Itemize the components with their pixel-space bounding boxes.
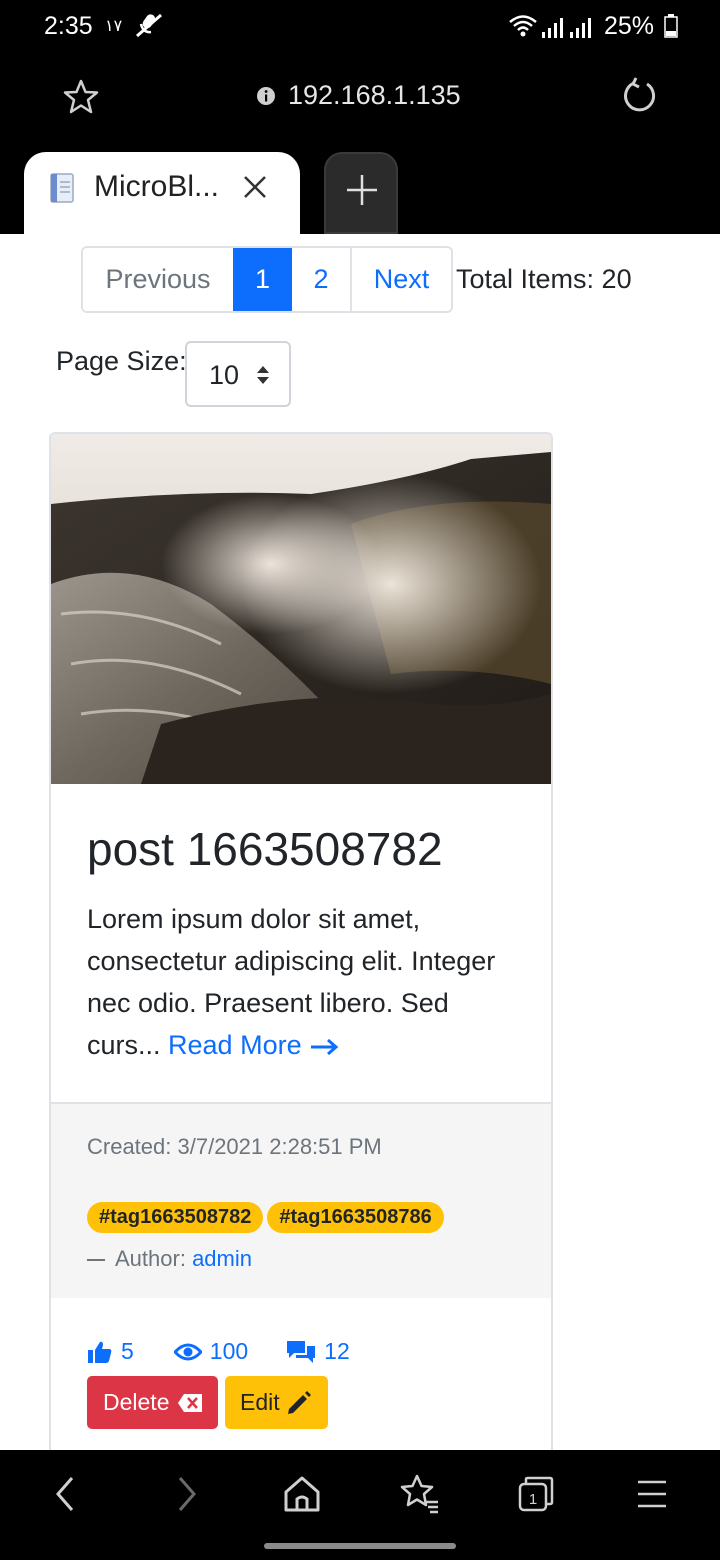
tag-badge[interactable]: #tag1663508782 (87, 1202, 264, 1233)
bookmarks-icon[interactable] (398, 1472, 442, 1516)
pagination-page-2[interactable]: 2 (292, 248, 350, 311)
back-icon[interactable] (44, 1472, 88, 1516)
menu-icon[interactable] (630, 1472, 674, 1516)
page-size-select[interactable]: 10 (185, 341, 291, 407)
url-field[interactable]: 192.168.1.135 (288, 80, 461, 111)
read-more-link[interactable]: Read More (168, 1030, 339, 1060)
home-icon[interactable] (280, 1472, 324, 1516)
tag-badge[interactable]: #tag1663508786 (267, 1202, 444, 1233)
reload-icon[interactable] (620, 76, 660, 116)
delete-x-icon (178, 1393, 203, 1412)
status-notification-count: ۱۷ (105, 18, 123, 35)
eye-icon (173, 1343, 202, 1360)
likes-stat[interactable]: 5 (87, 1338, 134, 1365)
site-info-icon[interactable] (256, 86, 276, 106)
edit-label: Edit (240, 1389, 280, 1415)
bookmark-star-icon[interactable] (62, 78, 100, 116)
pagination-next[interactable]: Next (350, 248, 451, 311)
battery-icon (664, 14, 678, 38)
battery-percentage: 25% (604, 12, 655, 40)
web-page: Previous 1 2 Next Total Items: 20 Page S… (0, 234, 720, 1450)
page-size-value: 10 (209, 360, 240, 390)
author-link[interactable]: admin (192, 1246, 252, 1271)
post-excerpt: Lorem ipsum dolor sit amet, consectetur … (87, 898, 527, 1066)
page-size-label: Page Size: (56, 346, 187, 376)
sort-caret-icon (257, 366, 269, 384)
post-author: Author: admin (87, 1246, 252, 1272)
pagination-previous[interactable]: Previous (83, 248, 233, 311)
status-time: 2:35 (44, 12, 93, 40)
new-tab-button[interactable] (324, 152, 398, 234)
status-bar: 2:35 ۱۷ 25% (0, 0, 720, 52)
views-count: 100 (209, 1338, 249, 1364)
post-tags: #tag1663508782 #tag1663508786 (87, 1202, 444, 1233)
post-meta: Created: 3/7/2021 2:28:51 PM #tag1663508… (51, 1102, 551, 1298)
read-more-label: Read More (168, 1030, 302, 1060)
tab-active[interactable]: MicroBl... (24, 152, 300, 236)
arrow-right-icon (311, 1038, 339, 1056)
forward-icon[interactable] (164, 1472, 208, 1516)
post-image (51, 434, 551, 784)
signal-icon (542, 18, 563, 38)
pencil-icon (287, 1390, 311, 1414)
delete-button[interactable]: Delete (87, 1376, 218, 1429)
gesture-home-indicator[interactable] (264, 1543, 456, 1549)
pagination-page-1[interactable]: 1 (233, 248, 292, 311)
edit-button[interactable]: Edit (225, 1376, 328, 1429)
author-prefix: Author: (115, 1246, 186, 1271)
tab-bar: MicroBl... (0, 150, 720, 236)
comments-icon (287, 1340, 316, 1363)
views-stat: 100 (173, 1338, 249, 1365)
post-title: post 1663508782 (87, 823, 443, 875)
post-card: post 1663508782 Lorem ipsum dolor sit am… (49, 432, 553, 1450)
tabs-icon[interactable]: 1 (514, 1472, 558, 1516)
browser-bottom-bar: 1 (0, 1450, 720, 1560)
thumbs-up-icon (88, 1341, 112, 1363)
document-icon (50, 173, 74, 203)
plus-icon (347, 175, 377, 205)
total-items: Total Items: 20 (456, 264, 632, 294)
dash-separator (87, 1259, 105, 1262)
wifi-icon (509, 15, 537, 37)
post-body: post 1663508782 Lorem ipsum dolor sit am… (51, 784, 551, 1102)
browser-address-bar: 192.168.1.135 (0, 52, 720, 150)
signal-icon (570, 18, 591, 38)
comments-stat[interactable]: 12 (286, 1338, 350, 1365)
delete-label: Delete (103, 1389, 170, 1415)
mic-off-icon (136, 13, 162, 38)
pagination: Previous 1 2 Next (81, 246, 453, 313)
post-stats: 5 100 12 (87, 1338, 350, 1365)
tab-title: MicroBl... (94, 170, 220, 203)
comments-count: 12 (324, 1338, 350, 1364)
close-tab-icon[interactable] (240, 172, 270, 202)
svg-text:1: 1 (529, 1491, 537, 1508)
post-created-date: Created: 3/7/2021 2:28:51 PM (87, 1134, 382, 1159)
likes-count: 5 (121, 1338, 134, 1364)
